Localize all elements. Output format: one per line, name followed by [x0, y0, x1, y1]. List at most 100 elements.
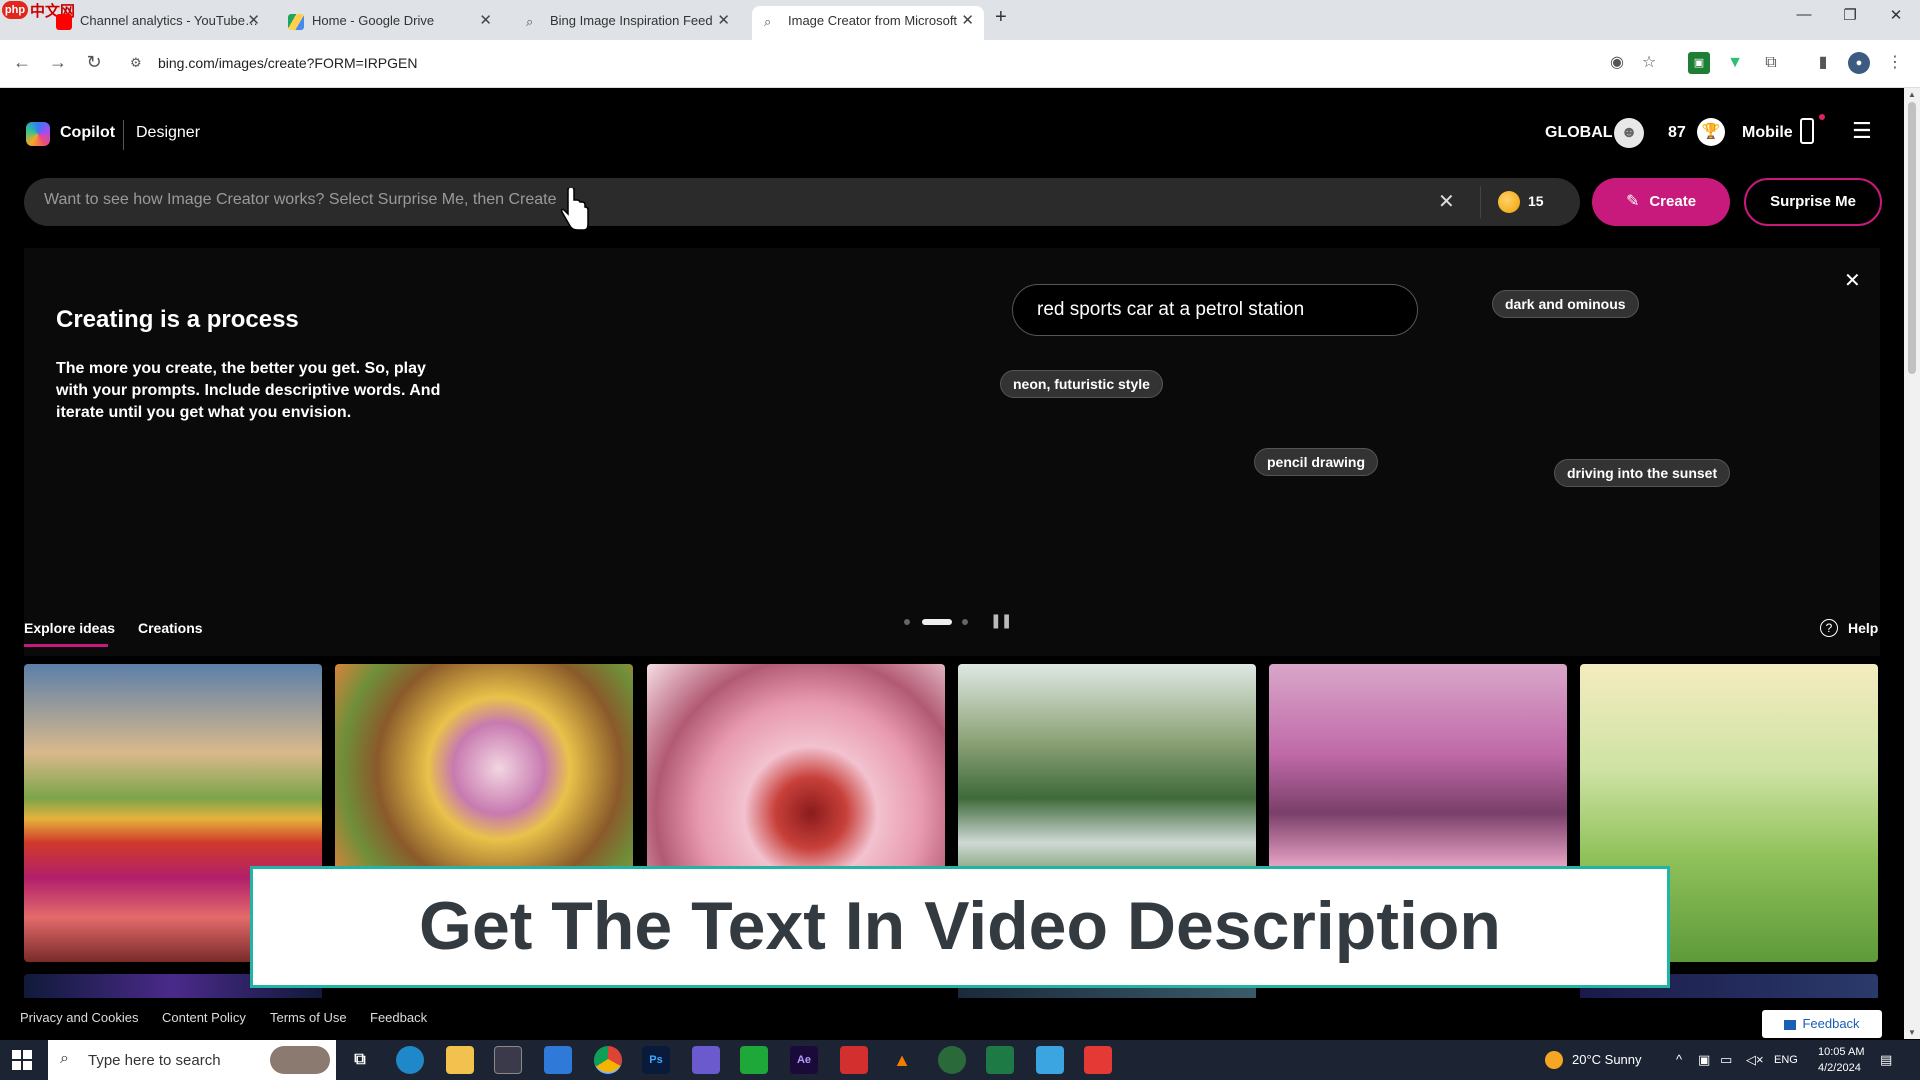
- restore-button[interactable]: ❐: [1828, 6, 1872, 24]
- close-icon[interactable]: ✕: [961, 6, 974, 36]
- carousel-dot-3[interactable]: [962, 619, 968, 625]
- chat-icon: [1784, 1019, 1797, 1030]
- user-avatar-icon[interactable]: ☻: [1614, 118, 1644, 148]
- pause-icon[interactable]: ❚❚: [990, 612, 1012, 629]
- weather-sun-icon: [1545, 1051, 1563, 1069]
- region-label[interactable]: GLOBAL: [1545, 124, 1613, 142]
- back-icon[interactable]: ←: [10, 52, 34, 73]
- pen-icon: ✎: [1625, 193, 1640, 210]
- bookmark-star-icon[interactable]: ☆: [1638, 52, 1660, 74]
- chrome-icon[interactable]: [594, 1046, 622, 1074]
- tray-app-icon[interactable]: ▣: [1698, 1052, 1710, 1068]
- rewards-trophy-icon[interactable]: 🏆: [1697, 118, 1725, 146]
- brand-divider: [123, 120, 124, 150]
- tracking-eye-icon[interactable]: ◉: [1606, 52, 1628, 74]
- acrobat-icon[interactable]: [840, 1046, 868, 1074]
- excel-icon[interactable]: [986, 1046, 1014, 1074]
- notes-app-icon[interactable]: [692, 1046, 720, 1074]
- profile-avatar[interactable]: ●: [1848, 52, 1870, 74]
- close-icon[interactable]: ✕: [717, 6, 730, 36]
- taskbar-search[interactable]: ⌕ Type here to search: [48, 1040, 336, 1080]
- chip-driving-into-sunset: driving into the sunset: [1554, 459, 1731, 487]
- reload-icon[interactable]: ↻: [82, 52, 106, 73]
- volume-muted-icon[interactable]: ◁×: [1746, 1052, 1764, 1068]
- file-explorer-icon[interactable]: [446, 1046, 474, 1074]
- scroll-down-icon[interactable]: ▼: [1904, 1028, 1920, 1037]
- app-icon[interactable]: [1036, 1046, 1064, 1074]
- side-panel-icon[interactable]: ▮: [1812, 52, 1834, 74]
- tab-creations[interactable]: Creations: [138, 620, 203, 636]
- hamburger-menu-icon[interactable]: ☰: [1852, 120, 1874, 142]
- browser-menu-icon[interactable]: ⋮: [1884, 52, 1906, 74]
- youtube-icon: [56, 14, 72, 30]
- footer-link-feedback[interactable]: Feedback: [370, 1010, 427, 1025]
- extension-icon[interactable]: ▣: [1688, 52, 1710, 74]
- new-tab-button[interactable]: +: [995, 6, 1007, 29]
- tab-youtube-analytics[interactable]: Channel analytics - YouTube St ✕: [44, 6, 270, 40]
- close-icon[interactable]: ✕: [247, 6, 260, 36]
- edge-icon[interactable]: [396, 1046, 424, 1074]
- tab-image-creator[interactable]: ⌕ Image Creator from Microsoft ✕: [752, 6, 984, 40]
- extension-vpn-icon[interactable]: ▼: [1724, 52, 1746, 74]
- prompt-bar: ✕ 15: [24, 178, 1580, 226]
- banner-title: Creating is a process: [56, 306, 299, 333]
- windows-start-icon[interactable]: [12, 1050, 32, 1070]
- chip-dark-and-ominous: dark and ominous: [1492, 290, 1639, 318]
- search-icon: ⌕: [526, 14, 534, 29]
- footer-link-content-policy[interactable]: Content Policy: [162, 1010, 246, 1025]
- scrollbar-thumb[interactable]: [1908, 102, 1916, 374]
- tab-google-drive[interactable]: Home - Google Drive ✕: [276, 6, 502, 40]
- rewards-points[interactable]: 87: [1668, 124, 1686, 142]
- close-window-button[interactable]: ✕: [1874, 6, 1918, 24]
- footer-link-terms[interactable]: Terms of Use: [270, 1010, 347, 1025]
- tab-bing-inspiration[interactable]: ⌕ Bing Image Inspiration Feed ✕: [514, 6, 740, 40]
- close-icon[interactable]: ✕: [479, 6, 492, 36]
- surprise-me-button[interactable]: Surprise Me: [1744, 178, 1882, 226]
- network-icon[interactable]: ▭: [1720, 1052, 1732, 1068]
- forward-icon[interactable]: →: [46, 52, 70, 73]
- photoshop-icon[interactable]: Ps: [642, 1046, 670, 1074]
- mobile-link[interactable]: Mobile: [1742, 124, 1793, 142]
- search-icon: ⌕: [764, 14, 772, 29]
- tray-chevron-icon[interactable]: ^: [1676, 1052, 1682, 1067]
- browser-toolbar: ← → ↻ ⚙ bing.com/images/create?FORM=IRPG…: [0, 40, 1920, 88]
- minimize-button[interactable]: —: [1782, 6, 1826, 23]
- create-button[interactable]: ✎ Create: [1592, 178, 1730, 226]
- task-view-icon[interactable]: ⧉: [346, 1046, 374, 1074]
- weather-text[interactable]: 20°C Sunny: [1572, 1052, 1642, 1067]
- page-scrollbar[interactable]: ▲ ▼: [1904, 88, 1920, 1039]
- carousel-dot-1[interactable]: [904, 619, 910, 625]
- tips-banner: ✕ Creating is a process The more you cre…: [24, 248, 1880, 656]
- notifications-icon[interactable]: ▤: [1880, 1052, 1892, 1068]
- screen-recorder-icon[interactable]: [1084, 1046, 1112, 1074]
- copilot-link[interactable]: Copilot: [60, 124, 115, 142]
- language-indicator[interactable]: ENG: [1774, 1054, 1798, 1066]
- extensions-puzzle-icon[interactable]: ⧉: [1760, 52, 1782, 74]
- after-effects-icon[interactable]: Ae: [790, 1046, 818, 1074]
- designer-link[interactable]: Designer: [136, 124, 200, 142]
- phone-icon[interactable]: [1800, 118, 1814, 144]
- chip-neon-futuristic: neon, futuristic style: [1000, 370, 1163, 398]
- camtasia-icon[interactable]: [740, 1046, 768, 1074]
- clear-prompt-icon[interactable]: ✕: [1438, 189, 1455, 214]
- help-link[interactable]: Help: [1848, 620, 1878, 636]
- footer-link-privacy[interactable]: Privacy and Cookies: [20, 1010, 139, 1025]
- caption-text: Get The Text In Video Description: [419, 888, 1501, 964]
- address-bar[interactable]: ⚙ bing.com/images/create?FORM=IRPGEN: [122, 46, 1642, 82]
- store-icon[interactable]: [494, 1046, 522, 1074]
- active-tab-underline: [24, 644, 108, 647]
- site-info-icon[interactable]: ⚙: [130, 55, 142, 71]
- close-banner-icon[interactable]: ✕: [1844, 268, 1861, 293]
- feedback-button[interactable]: Feedback: [1762, 1010, 1882, 1038]
- vlc-icon[interactable]: ▲: [888, 1046, 916, 1074]
- gear-app-icon[interactable]: [938, 1046, 966, 1074]
- mail-icon[interactable]: [544, 1046, 572, 1074]
- carousel-dot-active[interactable]: [922, 619, 952, 625]
- clock[interactable]: 10:05 AM 4/2/2024: [1818, 1044, 1878, 1076]
- tab-explore-ideas[interactable]: Explore ideas: [24, 620, 115, 636]
- help-icon[interactable]: ?: [1820, 619, 1838, 637]
- search-highlight-image: [270, 1046, 330, 1074]
- prompt-input[interactable]: [44, 191, 1424, 209]
- prompt-divider: [1480, 186, 1481, 218]
- scroll-up-icon[interactable]: ▲: [1904, 90, 1920, 99]
